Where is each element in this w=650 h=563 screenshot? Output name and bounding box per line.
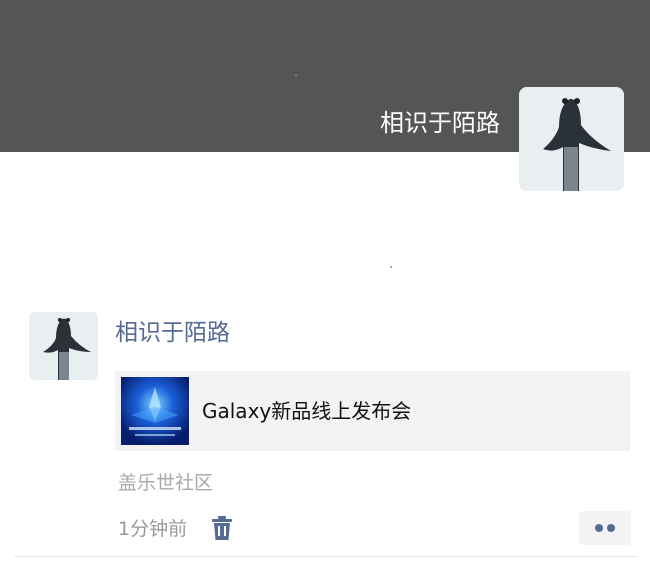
cover-speck <box>295 74 297 76</box>
moment-post: 相识于陌路 Galaxy新品线上发布会 盖乐世社区 1分钟前 <box>0 300 650 563</box>
more-button[interactable] <box>579 511 631 545</box>
more-dots-icon <box>595 524 603 532</box>
girl-photo-icon <box>519 87 624 191</box>
source-label[interactable]: 盖乐世社区 <box>118 470 213 496</box>
more-dots-icon <box>607 524 615 532</box>
background-speck <box>390 266 392 268</box>
profile-avatar[interactable] <box>519 87 624 191</box>
post-divider <box>14 556 638 557</box>
post-author-name[interactable]: 相识于陌路 <box>115 318 230 348</box>
post-avatar[interactable] <box>29 312 98 380</box>
galaxy-event-poster-icon <box>121 377 189 445</box>
timestamp: 1分钟前 <box>118 518 188 540</box>
profile-name: 相识于陌路 <box>380 109 500 137</box>
trash-icon[interactable] <box>211 515 233 541</box>
link-title: Galaxy新品线上发布会 <box>202 399 412 423</box>
shared-link-card[interactable]: Galaxy新品线上发布会 <box>115 371 630 451</box>
girl-photo-icon <box>29 312 98 380</box>
